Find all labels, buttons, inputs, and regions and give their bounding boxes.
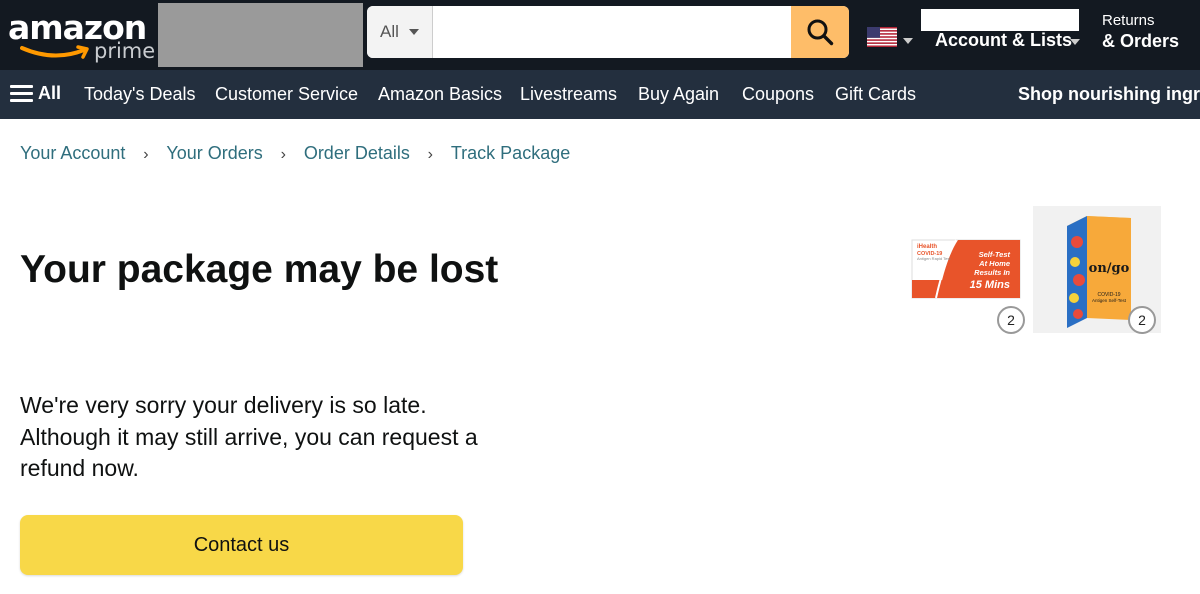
logo-prime-text: prime	[94, 39, 156, 63]
product-subtitle-2: Antigen Self-Test	[1092, 298, 1127, 303]
nav-promo-link[interactable]: Shop nourishing ingre	[1018, 83, 1200, 105]
product-line-2: At Home	[978, 259, 1010, 268]
nav-item-gift-cards[interactable]: Gift Cards	[835, 83, 916, 105]
all-menu-button[interactable]: All	[10, 83, 61, 104]
returns-orders-link[interactable]: Returns & Orders	[1102, 12, 1179, 52]
quantity-badge: 2	[1128, 306, 1156, 334]
nav-item-todays-deals[interactable]: Today's Deals	[84, 83, 196, 105]
search-bar: All	[367, 6, 849, 58]
product-subtitle: Antigen Rapid Test	[917, 256, 951, 261]
language-dropdown-icon[interactable]	[903, 38, 913, 44]
chevron-down-icon	[408, 29, 419, 35]
account-lists-link[interactable]: Account & Lists	[935, 29, 1072, 51]
nav-bar: All Today's Deals Customer Service Amazo…	[0, 70, 1200, 119]
nav-item-coupons[interactable]: Coupons	[742, 83, 814, 105]
nav-item-buy-again[interactable]: Buy Again	[638, 83, 719, 105]
apology-message: We're very sorry your delivery is so lat…	[20, 392, 478, 481]
search-category-label: All	[380, 22, 399, 41]
search-button[interactable]	[791, 6, 849, 58]
breadcrumb-separator: ›	[280, 146, 286, 163]
product-brand: iHealth	[917, 244, 937, 250]
redacted-delivery-location	[158, 3, 363, 67]
nav-item-amazon-basics[interactable]: Amazon Basics	[378, 83, 502, 105]
quantity-badge: 2	[997, 306, 1025, 334]
breadcrumb-order-details[interactable]: Order Details	[304, 143, 410, 163]
search-icon	[807, 19, 834, 46]
orders-label: & Orders	[1102, 31, 1180, 51]
redacted-account-name	[921, 9, 1079, 31]
all-menu-label: All	[38, 83, 62, 103]
search-input[interactable]	[433, 6, 791, 58]
smile-arrow-icon	[20, 45, 89, 59]
hamburger-menu-icon	[10, 85, 33, 102]
product-line-3: Results In	[974, 268, 1010, 277]
returns-label: Returns	[1102, 12, 1155, 29]
product-line-4: 15 Mins	[970, 279, 1010, 291]
us-flag-icon[interactable]	[867, 27, 897, 47]
nav-item-customer-service[interactable]: Customer Service	[215, 83, 358, 105]
nav-item-livestreams[interactable]: Livestreams	[520, 83, 617, 105]
product-brand: on/go	[1089, 261, 1130, 276]
page-title: Your package may be lost	[20, 248, 499, 291]
amazon-prime-logo[interactable]: amazon prime	[6, 6, 156, 64]
breadcrumb-separator: ›	[427, 146, 433, 163]
breadcrumb-your-account[interactable]: Your Account	[20, 143, 125, 163]
header: amazon prime All Account & Lists Returns…	[0, 0, 1200, 70]
product-thumbnail-ihealth[interactable]: iHealth COVID-19 Antigen Rapid Test Self…	[910, 238, 1022, 300]
search-category-dropdown[interactable]: All	[367, 6, 433, 58]
contact-us-button[interactable]: Contact us	[20, 515, 463, 575]
breadcrumb-separator: ›	[143, 146, 149, 163]
breadcrumb-your-orders[interactable]: Your Orders	[166, 143, 262, 163]
breadcrumb-track-package[interactable]: Track Package	[451, 143, 570, 163]
product-line-1: Self-Test	[979, 250, 1011, 259]
breadcrumb: Your Account › Your Orders › Order Details › T…	[20, 142, 570, 166]
account-dropdown-icon[interactable]	[1070, 39, 1080, 45]
